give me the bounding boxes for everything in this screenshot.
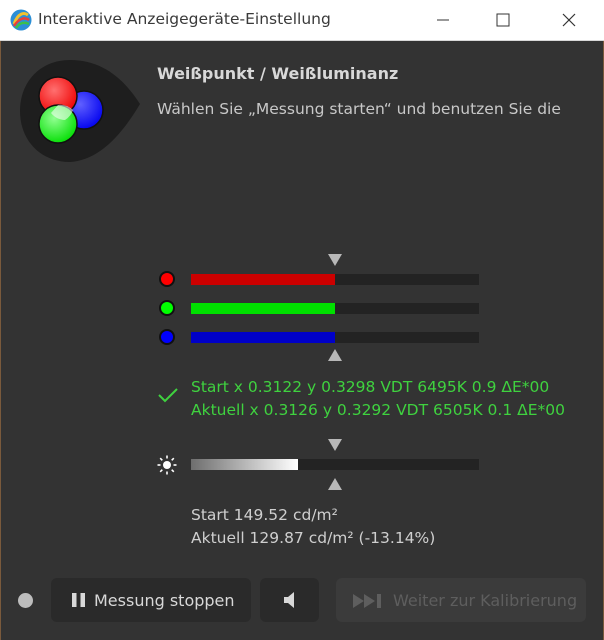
minimize-button[interactable] bbox=[420, 0, 466, 41]
continue-to-calibration-label: Weiter zur Kalibrierung bbox=[393, 591, 578, 610]
green-channel-dot bbox=[159, 300, 175, 316]
red-channel-fill bbox=[191, 274, 335, 285]
maximize-icon bbox=[496, 13, 510, 27]
rgb-circles-icon bbox=[20, 60, 140, 162]
whitepoint-current-readout: Aktuell x 0.3126 y 0.3292 VDT 6505K 0.1 … bbox=[191, 401, 565, 419]
whitepoint-start-readout: Start x 0.3122 y 0.3298 VDT 6495K 0.9 ΔE… bbox=[191, 378, 550, 396]
luminance-start-readout: Start 149.52 cd/m² bbox=[191, 506, 338, 524]
close-icon bbox=[562, 13, 576, 27]
green-channel-bar bbox=[191, 303, 479, 314]
instruction-text: Wählen Sie „Messung starten“ und benutze… bbox=[157, 100, 561, 118]
rgb-target-marker-bottom bbox=[328, 349, 342, 361]
red-channel-dot bbox=[159, 271, 175, 287]
sound-toggle-button[interactable] bbox=[260, 578, 319, 622]
red-channel-bar bbox=[191, 274, 479, 285]
luminance-fill bbox=[191, 459, 298, 470]
green-channel-fill bbox=[191, 303, 335, 314]
luminance-target-marker-bottom bbox=[328, 478, 342, 490]
luminance-bar bbox=[191, 459, 479, 470]
window-title: Interaktive Anzeigegeräte-Einstellung bbox=[38, 10, 331, 28]
pause-icon bbox=[72, 593, 85, 607]
skip-forward-icon bbox=[353, 594, 381, 608]
close-button[interactable] bbox=[546, 0, 592, 41]
blue-channel-bar bbox=[191, 332, 479, 343]
sun-icon bbox=[157, 455, 177, 475]
window-frame-left bbox=[0, 41, 1, 640]
maximize-button[interactable] bbox=[480, 0, 526, 41]
stop-measurement-button[interactable]: Messung stoppen bbox=[51, 578, 251, 622]
luminance-target-marker-top bbox=[328, 439, 342, 451]
app-logo-icon bbox=[10, 9, 32, 31]
blue-channel-fill bbox=[191, 332, 335, 343]
rgb-target-marker-top bbox=[328, 254, 342, 266]
measurement-status-indicator bbox=[18, 593, 33, 608]
blue-channel-dot bbox=[159, 329, 175, 345]
minimize-icon bbox=[437, 19, 449, 21]
title-bar: Interaktive Anzeigegeräte-Einstellung bbox=[0, 0, 604, 41]
stop-measurement-label: Messung stoppen bbox=[94, 591, 235, 610]
speaker-icon bbox=[284, 592, 294, 608]
continue-to-calibration-button[interactable]: Weiter zur Kalibrierung bbox=[336, 578, 586, 622]
check-icon bbox=[158, 388, 178, 403]
luminance-current-readout: Aktuell 129.87 cd/m² (-13.14%) bbox=[191, 529, 436, 547]
page-title: Weißpunkt / Weißluminanz bbox=[157, 64, 399, 83]
